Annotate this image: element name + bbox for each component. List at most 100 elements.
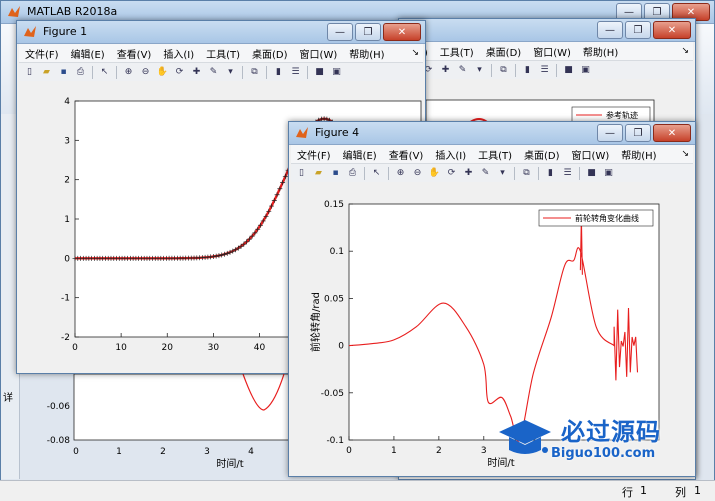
- link-icon[interactable]: ⧉: [497, 63, 511, 77]
- menu-help[interactable]: 帮助(H): [615, 147, 662, 162]
- xtick-label: 0: [346, 446, 352, 456]
- pin-icon[interactable]: ↘: [681, 149, 693, 159]
- menu-window[interactable]: 窗口(W): [527, 44, 577, 59]
- figure4-menubar: 文件(F) 编辑(E) 查看(V) 插入(I) 工具(T) 桌面(D) 窗口(W…: [291, 145, 693, 163]
- figure4-toolbar: ▯ ▰ ▪ ⎙ ↖ ⊕ ⊖ ✋ ⟳ ✚ ✎ ▾ ⧉ ▮ ☰ ■ ▣: [291, 163, 693, 183]
- xtick-label: 10: [115, 343, 127, 353]
- print-icon[interactable]: ⎙: [346, 166, 360, 180]
- menu-desktop[interactable]: 桌面(D): [518, 147, 566, 162]
- dropdown-icon[interactable]: ▾: [473, 63, 487, 77]
- minimize-button[interactable]: —: [597, 21, 623, 39]
- link-icon[interactable]: ⧉: [248, 65, 262, 79]
- close-button[interactable]: ✕: [653, 21, 691, 39]
- status-row-label: 行: [622, 486, 633, 499]
- show-icon[interactable]: ▣: [602, 166, 616, 180]
- menu-insert[interactable]: 插入(I): [429, 147, 472, 162]
- xtick-label: 1: [391, 446, 397, 456]
- xtick-label: 40: [254, 343, 266, 353]
- open-icon[interactable]: ▰: [40, 65, 54, 79]
- open-icon[interactable]: ▰: [312, 166, 326, 180]
- pin-icon[interactable]: ↘: [681, 46, 693, 56]
- legend-icon[interactable]: ☰: [289, 65, 303, 79]
- dropdown-icon[interactable]: ▾: [496, 166, 510, 180]
- ytick-label: 1: [64, 215, 70, 225]
- menu-window[interactable]: 窗口(W): [566, 147, 616, 162]
- brush-icon[interactable]: ✎: [207, 65, 221, 79]
- brush-icon[interactable]: ✎: [479, 166, 493, 180]
- menu-window[interactable]: 窗口(W): [294, 46, 344, 61]
- datacursor-icon[interactable]: ✚: [190, 65, 204, 79]
- ytick-label: 0.1: [330, 247, 344, 257]
- menu-insert[interactable]: 插入(I): [157, 46, 200, 61]
- pointer-icon[interactable]: ↖: [370, 166, 384, 180]
- xtick-label: 0: [72, 343, 78, 353]
- menu-tools[interactable]: 工具(T): [200, 46, 246, 61]
- menu-view[interactable]: 查看(V): [383, 147, 430, 162]
- zoom-in-icon[interactable]: ⊕: [394, 166, 408, 180]
- ytick-label: -2: [61, 333, 70, 343]
- hide-icon[interactable]: ■: [562, 63, 576, 77]
- menu-file[interactable]: 文件(F): [291, 147, 337, 162]
- hide-icon[interactable]: ■: [585, 166, 599, 180]
- menu-file[interactable]: 文件(F): [19, 46, 65, 61]
- pan-icon[interactable]: ✋: [156, 65, 170, 79]
- ytick-label: 0: [338, 342, 344, 352]
- close-button[interactable]: ✕: [653, 124, 691, 142]
- rotate-icon[interactable]: ⟳: [445, 166, 459, 180]
- figure1-toolbar: ▯ ▰ ▪ ⎙ ↖ ⊕ ⊖ ✋ ⟳ ✚ ✎ ▾ ⧉ ▮ ☰ ■ ▣: [19, 62, 423, 82]
- zoom-out-icon[interactable]: ⊖: [139, 65, 153, 79]
- menu-view[interactable]: 查看(V): [111, 46, 158, 61]
- maximize-button[interactable]: ❐: [625, 21, 651, 39]
- zoom-out-icon[interactable]: ⊖: [411, 166, 425, 180]
- figure1-title: Figure 1: [43, 25, 88, 38]
- menu-desktop[interactable]: 桌面(D): [246, 46, 294, 61]
- minimize-button[interactable]: —: [327, 23, 353, 41]
- menu-edit[interactable]: 编辑(E): [65, 46, 111, 61]
- ytick-label: 3: [64, 136, 70, 146]
- print-icon[interactable]: ⎙: [74, 65, 88, 79]
- ytick-label: 0.05: [324, 294, 344, 304]
- ytick-label: 0: [64, 254, 70, 264]
- show-icon[interactable]: ▣: [330, 65, 344, 79]
- graduation-cap-icon: [499, 420, 551, 454]
- close-button[interactable]: ✕: [383, 23, 421, 41]
- brush-icon[interactable]: ✎: [456, 63, 470, 77]
- menu-help[interactable]: 帮助(H): [343, 46, 390, 61]
- new-figure-icon[interactable]: ▯: [23, 65, 37, 79]
- save-icon[interactable]: ▪: [329, 166, 343, 180]
- minimize-button[interactable]: —: [597, 124, 623, 142]
- menu-desktop[interactable]: 桌面(D): [480, 44, 528, 59]
- rotate-icon[interactable]: ⟳: [173, 65, 187, 79]
- menu-tools[interactable]: 工具(T): [434, 44, 480, 59]
- axes-box: [348, 203, 660, 441]
- new-figure-icon[interactable]: ▯: [295, 166, 309, 180]
- menu-help[interactable]: 帮助(H): [577, 44, 624, 59]
- colorbar-icon[interactable]: ▮: [521, 63, 535, 77]
- datacursor-icon[interactable]: ✚: [462, 166, 476, 180]
- ytick-label: -1: [61, 294, 70, 304]
- ytick-label: 2: [64, 176, 70, 186]
- pin-icon[interactable]: ↘: [411, 48, 423, 58]
- save-icon[interactable]: ▪: [57, 65, 71, 79]
- maximize-button[interactable]: ❐: [625, 124, 651, 142]
- menu-tools[interactable]: 工具(T): [472, 147, 518, 162]
- datacursor-icon[interactable]: ✚: [439, 63, 453, 77]
- pan-icon[interactable]: ✋: [428, 166, 442, 180]
- maximize-button[interactable]: ❐: [355, 23, 381, 41]
- menu-edit[interactable]: 编辑(E): [337, 147, 383, 162]
- legend-label: 前轮转角变化曲线: [575, 213, 639, 223]
- xtick-label: 30: [208, 343, 220, 353]
- legend-icon[interactable]: ☰: [561, 166, 575, 180]
- dropdown-icon[interactable]: ▾: [224, 65, 238, 79]
- hide-icon[interactable]: ■: [313, 65, 327, 79]
- watermark-text: 必过源码: [561, 418, 661, 446]
- zoom-in-icon[interactable]: ⊕: [122, 65, 136, 79]
- pointer-icon[interactable]: ↖: [98, 65, 112, 79]
- colorbar-icon[interactable]: ▮: [272, 65, 286, 79]
- status-row-value: 1: [640, 484, 647, 497]
- colorbar-icon[interactable]: ▮: [544, 166, 558, 180]
- legend-icon[interactable]: ☰: [538, 63, 552, 77]
- link-icon[interactable]: ⧉: [520, 166, 534, 180]
- show-icon[interactable]: ▣: [579, 63, 593, 77]
- ytick-label: -0.05: [321, 389, 344, 399]
